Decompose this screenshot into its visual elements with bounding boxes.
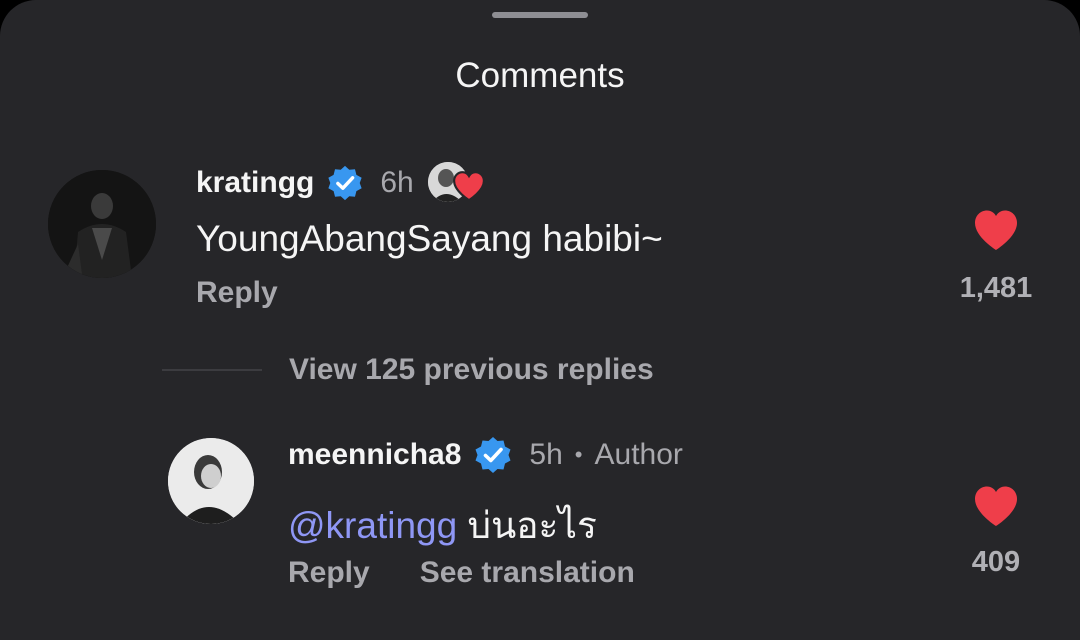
mention-link[interactable]: @kratingg <box>288 505 457 546</box>
comment-text: YoungAbangSayang habibi~ <box>196 218 663 259</box>
avatar[interactable] <box>168 438 254 524</box>
like-count: 1,481 <box>959 272 1033 304</box>
replies-divider <box>162 369 262 371</box>
see-translation-button[interactable]: See translation <box>420 556 635 590</box>
comment-actions: Reply See translation <box>288 556 635 590</box>
author-badge: Author <box>594 438 683 471</box>
comment-body: บ่นอะไร <box>457 505 597 546</box>
reply-button[interactable]: Reply <box>196 276 278 310</box>
verified-badge-icon <box>328 165 362 201</box>
comment-username[interactable]: kratingg <box>196 166 314 200</box>
comment-header: meennicha8 5h • Author <box>288 432 683 478</box>
comment-time: 6h <box>380 166 414 199</box>
comment-username[interactable]: meennicha8 <box>288 438 461 472</box>
drag-handle[interactable] <box>492 12 588 18</box>
comment-time: 5h <box>529 438 563 471</box>
like-count: 409 <box>971 546 1021 578</box>
heart-icon[interactable] <box>972 208 1020 252</box>
heart-icon[interactable] <box>972 484 1020 528</box>
comment-header: kratingg 6h <box>196 160 488 206</box>
comments-sheet: Comments kratingg 6h YoungAbangSayang ha… <box>0 0 1080 640</box>
separator-dot: • <box>574 442 583 467</box>
comment-actions: Reply <box>196 276 278 310</box>
avatar[interactable] <box>48 170 156 278</box>
view-previous-replies-button[interactable]: View 125 previous replies <box>289 353 654 387</box>
liked-by-author-icon <box>427 160 488 206</box>
sheet-title: Comments <box>455 56 625 95</box>
comment-text: @kratingg บ่นอะไร <box>288 496 597 555</box>
verified-badge-icon <box>475 437 511 473</box>
reply-button[interactable]: Reply <box>288 556 370 590</box>
